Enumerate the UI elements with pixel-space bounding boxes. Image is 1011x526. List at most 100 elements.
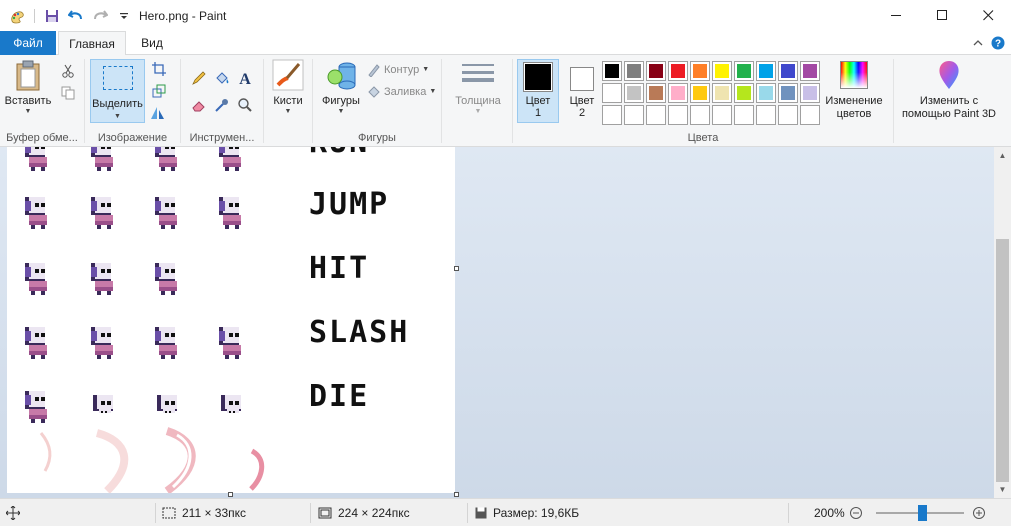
palette-empty-slot[interactable]	[800, 105, 820, 125]
hero-sprite-frame	[89, 389, 117, 425]
zoom-in-icon	[973, 507, 985, 519]
palette-color-fill	[605, 64, 619, 78]
palette-color-swatch[interactable]	[690, 61, 710, 81]
palette-color-swatch[interactable]	[624, 83, 644, 103]
palette-empty-slot[interactable]	[712, 105, 732, 125]
text-icon[interactable]: A	[235, 68, 255, 88]
undo-icon[interactable]	[67, 7, 85, 25]
paint-app-icon[interactable]	[8, 7, 26, 25]
palette-empty-slot[interactable]	[646, 105, 666, 125]
tools-group-label: Инструмен...	[189, 132, 255, 144]
palette-empty-slot[interactable]	[756, 105, 776, 125]
palette-color-fill	[627, 86, 641, 100]
tab-home[interactable]: Главная	[58, 31, 126, 56]
fill-icon[interactable]	[212, 68, 232, 88]
palette-color-swatch[interactable]	[756, 61, 776, 81]
close-button[interactable]	[965, 0, 1011, 31]
palette-color-swatch[interactable]	[690, 83, 710, 103]
outline-button[interactable]: Контур ▼	[367, 63, 429, 77]
minimize-button[interactable]	[873, 0, 919, 31]
eraser-icon[interactable]	[189, 95, 209, 115]
resize-icon[interactable]	[149, 81, 169, 101]
shapes-button[interactable]: Фигуры ▼	[319, 59, 363, 116]
fill-button[interactable]: Заливка ▼	[367, 85, 436, 99]
color2-button[interactable]: Цвет 2	[561, 59, 603, 123]
select-button[interactable]: Выделить ▼	[90, 59, 145, 123]
zoom-in-button[interactable]	[973, 499, 985, 526]
crop-icon[interactable]	[149, 59, 169, 79]
palette-color-swatch[interactable]	[668, 83, 688, 103]
palette-color-swatch[interactable]	[712, 83, 732, 103]
palette-color-fill	[781, 86, 795, 100]
color-picker-icon[interactable]	[212, 95, 232, 115]
color1-button[interactable]: Цвет 1	[517, 59, 559, 123]
palette-empty-slot[interactable]	[668, 105, 688, 125]
palette-color-swatch[interactable]	[734, 83, 754, 103]
palette-color-swatch[interactable]	[624, 61, 644, 81]
palette-color-swatch[interactable]	[712, 61, 732, 81]
tools-group: A Инструмен...	[181, 55, 263, 147]
tab-view[interactable]: Вид	[132, 31, 172, 55]
palette-empty-slot[interactable]	[690, 105, 710, 125]
cut-icon[interactable]	[58, 61, 78, 81]
brushes-button[interactable]: Кисти ▼	[270, 59, 306, 116]
magnifier-icon[interactable]	[235, 95, 255, 115]
pencil-icon[interactable]	[189, 68, 209, 88]
zoom-slider-thumb[interactable]	[918, 505, 927, 521]
thickness-button[interactable]: Толщина ▼	[450, 59, 506, 116]
palette-empty-slot[interactable]	[624, 105, 644, 125]
resize-handle-bottom[interactable]	[228, 492, 233, 497]
image-size-text: 224 × 224пкс	[338, 506, 410, 520]
palette-color-swatch[interactable]	[778, 61, 798, 81]
outline-dropdown-icon: ▼	[422, 66, 430, 73]
palette-color-swatch[interactable]	[800, 61, 820, 81]
customize-qat-icon[interactable]	[115, 7, 133, 25]
hero-sprite-frame	[217, 195, 245, 231]
palette-color-swatch[interactable]	[778, 83, 798, 103]
palette-color-swatch[interactable]	[646, 61, 666, 81]
palette-empty-slot[interactable]	[734, 105, 754, 125]
redo-icon[interactable]	[91, 7, 109, 25]
palette-empty-slot[interactable]	[778, 105, 798, 125]
palette-color-fill	[605, 86, 619, 100]
palette-color-swatch[interactable]	[668, 61, 688, 81]
resize-handle-right[interactable]	[454, 266, 459, 271]
disk-icon	[475, 507, 487, 519]
palette-color-swatch[interactable]	[646, 83, 666, 103]
save-icon[interactable]	[43, 7, 61, 25]
svg-text:A: A	[239, 71, 251, 86]
brushes-group: Кисти ▼	[264, 55, 312, 147]
paste-icon	[12, 59, 44, 91]
scrollbar-thumb[interactable]	[996, 239, 1009, 482]
hero-sprite-frame	[153, 195, 181, 231]
hero-sprite-frame	[23, 195, 51, 231]
rotate-icon[interactable]	[149, 103, 169, 123]
hero-sprite-frame	[23, 147, 51, 173]
palette-color-swatch[interactable]	[734, 61, 754, 81]
resize-handle-corner[interactable]	[454, 492, 459, 497]
palette-color-swatch[interactable]	[602, 61, 622, 81]
label-run: RUN	[309, 147, 369, 160]
palette-color-fill	[693, 64, 707, 78]
collapse-ribbon-icon[interactable]	[970, 35, 986, 51]
svg-text:?: ?	[995, 39, 1001, 50]
palette-color-swatch[interactable]	[602, 83, 622, 103]
image-canvas[interactable]: RUN JUMP HIT SLASH DIE	[7, 147, 455, 493]
help-icon[interactable]: ?	[990, 35, 1006, 51]
palette-color-swatch[interactable]	[756, 83, 776, 103]
palette-empty-slot[interactable]	[602, 105, 622, 125]
copy-icon[interactable]	[58, 83, 78, 103]
palette-color-swatch[interactable]	[800, 83, 820, 103]
paste-button[interactable]: Вставить ▼	[4, 59, 52, 116]
zoom-out-button[interactable]	[850, 499, 862, 526]
vertical-scrollbar[interactable]: ▲ ▼	[994, 147, 1011, 498]
scroll-down-icon[interactable]: ▼	[994, 481, 1011, 498]
paint3d-button[interactable]: Изменить с помощью Paint 3D	[898, 59, 1000, 121]
maximize-button[interactable]	[919, 0, 965, 31]
scroll-up-icon[interactable]: ▲	[994, 147, 1011, 164]
tab-file[interactable]: Файл	[0, 31, 56, 55]
slash-effects	[39, 427, 265, 493]
selection-size: 211 × 33пкс	[162, 499, 246, 526]
palette-color-fill	[649, 64, 663, 78]
edit-colors-button[interactable]: Изменение цветов	[819, 59, 889, 121]
